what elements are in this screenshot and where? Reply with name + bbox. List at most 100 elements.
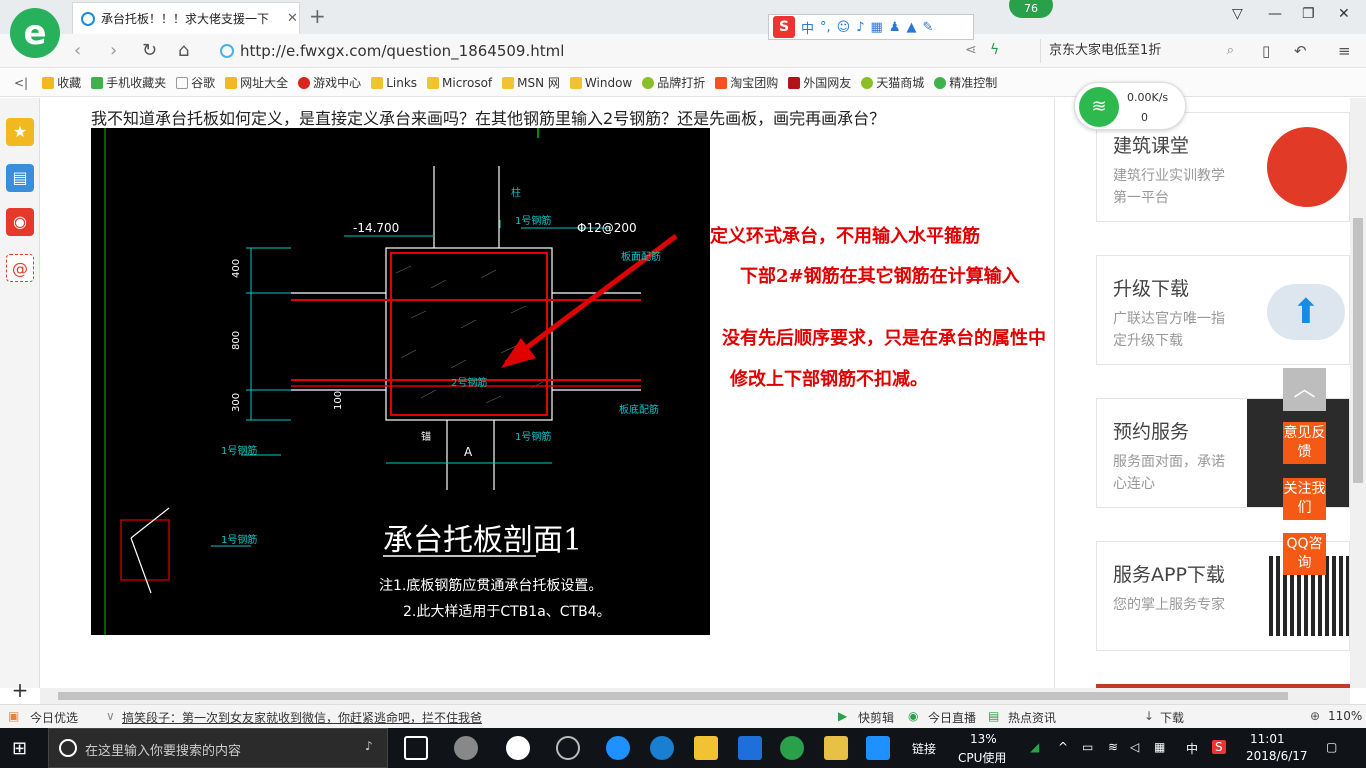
notifications-icon[interactable]: ▢ (1326, 740, 1337, 754)
bookmark-item[interactable]: 手机收藏夹 (91, 74, 166, 91)
battery-icon[interactable]: ▭ (1082, 740, 1093, 754)
keyboard-tray-icon[interactable]: ▦ (1154, 740, 1165, 754)
ime-indicator[interactable]: 中 (1186, 740, 1198, 757)
forward-icon[interactable]: › (110, 40, 117, 61)
download-link[interactable]: 下载 (1160, 709, 1184, 726)
back-to-top-button[interactable]: ︿ (1283, 368, 1326, 411)
clock-date[interactable]: 2018/6/17 (1246, 749, 1308, 763)
bookmark-item[interactable]: 精准控制 (934, 74, 997, 91)
home-icon[interactable]: ⌂ (178, 40, 189, 61)
skin-icon[interactable]: ▲ (906, 20, 916, 35)
lightning-icon[interactable]: ϟ (990, 42, 999, 58)
bookmark-item[interactable]: Window (569, 76, 632, 90)
status-bar: ▣ 今日优选 ∨ 搞笑段子：第一次到女友家就收到微信，你赶紧逃命吧，拦不住我爸 … (0, 704, 1366, 728)
network-icon[interactable]: ◢ (1030, 740, 1039, 754)
clock-time[interactable]: 11:01 (1250, 732, 1285, 746)
bookmark-item[interactable]: 淘宝团购 (715, 74, 778, 91)
network-speed-widget[interactable]: ≋ 0.00K/s 0 (1074, 82, 1186, 130)
user-icon[interactable]: ♟ (889, 20, 901, 35)
mic-icon[interactable]: ♪ (856, 20, 864, 35)
phone-icon[interactable]: ▯ (1262, 42, 1270, 60)
bookmark-item[interactable]: MSN 网 (502, 74, 560, 91)
bookmark-item[interactable]: 谷歌 (176, 74, 215, 91)
close-window-icon[interactable]: ✕ (1338, 6, 1350, 22)
pin-icon[interactable]: ▽ (1232, 6, 1243, 22)
headline-link[interactable]: 搞笑段子：第一次到女友家就收到微信，你赶紧逃命吧，拦不住我爸 (122, 709, 482, 726)
mail-icon[interactable]: @ (6, 254, 34, 282)
mic-icon[interactable]: ♪ (365, 739, 373, 753)
feedback-button[interactable]: 意见反馈 (1283, 422, 1326, 464)
favorites-star-icon[interactable]: ★ (6, 118, 34, 146)
edge-browser-icon[interactable] (506, 736, 530, 760)
qq-consult-button[interactable]: QQ咨询 (1283, 533, 1326, 575)
sidebar-toggle-icon[interactable]: <| (14, 76, 28, 90)
windows-start-icon[interactable]: ⊞ (12, 738, 27, 759)
vertical-scrollbar[interactable] (1350, 98, 1366, 688)
keyboard-icon[interactable]: ▦ (871, 20, 883, 35)
reader-icon[interactable]: ▤ (6, 164, 34, 192)
weibo-icon[interactable]: ◉ (6, 208, 34, 236)
bookmark-item[interactable]: 收藏 (42, 74, 81, 91)
news-link[interactable]: 热点资讯 (1008, 709, 1056, 726)
answer-line-3: 没有先后顺序要求，只是在承台的属性中 (722, 328, 1046, 349)
sogou-logo-icon[interactable]: S (773, 16, 795, 38)
sogou-tray-icon[interactable]: S (1212, 740, 1226, 754)
swirl-app-icon[interactable] (556, 736, 580, 760)
today-picks-link[interactable]: 今日优选 (30, 709, 78, 726)
bookmark-label: 网址大全 (240, 76, 289, 90)
live-link[interactable]: 今日直播 (928, 709, 976, 726)
zoom-level[interactable]: 110% (1328, 709, 1362, 723)
bookmark-item[interactable]: Microsof (427, 76, 492, 90)
tray-expand-icon[interactable]: ^ (1058, 740, 1068, 754)
glodon-icon[interactable] (738, 736, 762, 760)
live-icon: ◉ (908, 709, 919, 723)
minimize-icon[interactable]: — (1268, 6, 1282, 22)
wifi-tray-icon[interactable]: ≋ (1108, 740, 1118, 754)
bookmark-item[interactable]: 游戏中心 (298, 74, 361, 91)
browser-logo-icon[interactable]: e (10, 8, 60, 58)
tab-close-icon[interactable]: ✕ (287, 11, 298, 26)
ie-edge-icon[interactable] (606, 736, 630, 760)
link-label[interactable]: 链接 (912, 740, 936, 757)
plus-app-icon[interactable] (866, 736, 890, 760)
browser-taskbar-icon[interactable] (780, 736, 804, 760)
tab-bar: 承台托板！！！求大佬支援一下 ✕ + 76 ▽ — ❐ ✕ (0, 0, 1366, 34)
menu-icon[interactable]: ≡ (1338, 42, 1351, 60)
search-input[interactable]: 京东大家电低至1折 ⌕ (1040, 39, 1240, 63)
tab-active[interactable]: 承台托板！！！求大佬支援一下 ✕ (72, 2, 300, 34)
quickcut-link[interactable]: 快剪辑 (858, 709, 894, 726)
add-icon[interactable]: + (6, 676, 34, 704)
back-icon[interactable]: ‹ (74, 40, 81, 61)
notes-icon[interactable] (824, 736, 848, 760)
bookmark-item[interactable]: 外国网友 (788, 74, 851, 91)
emoji-icon[interactable]: ☺ (837, 20, 851, 35)
hscroll-thumb[interactable] (58, 692, 1288, 700)
bookmark-item[interactable]: Links (371, 76, 417, 90)
search-icon[interactable]: ⌕ (1227, 39, 1234, 63)
fan-app-icon[interactable] (454, 736, 478, 760)
ime-chinese-label[interactable]: 中 (801, 18, 814, 37)
url-text[interactable]: http://e.fwxgx.com/question_1864509.html (240, 42, 564, 60)
follow-button[interactable]: 关注我们 (1283, 478, 1326, 520)
undo-icon[interactable]: ↶ (1294, 42, 1307, 60)
vscroll-thumb[interactable] (1353, 218, 1363, 483)
volume-icon[interactable]: ◁ (1130, 740, 1139, 754)
wrench-icon[interactable]: ✎ (922, 20, 933, 35)
punctuation-icon[interactable]: °, (820, 20, 831, 35)
address-bar[interactable]: http://e.fwxgx.com/question_1864509.html (220, 39, 1040, 63)
card-upgrade[interactable]: 升级下载 广联达官方唯一指定升级下载 ⬆ (1096, 255, 1350, 365)
share-icon[interactable]: ⋖ (965, 42, 977, 58)
bookmark-item[interactable]: 品牌打折 (642, 74, 705, 91)
ie-icon[interactable] (650, 736, 674, 760)
chevron-down-icon[interactable]: ∨ (106, 709, 115, 723)
bookmark-item[interactable]: 天猫商城 (861, 74, 924, 91)
new-tab-button[interactable]: + (309, 4, 326, 28)
horizontal-scrollbar[interactable] (40, 688, 1350, 704)
score-badge[interactable]: 76 (1009, 0, 1053, 18)
taskbar-search-input[interactable]: 在这里输入你要搜索的内容 ♪ (48, 728, 388, 768)
task-view-icon[interactable] (404, 736, 428, 760)
bookmark-item[interactable]: 网址大全 (225, 74, 288, 91)
file-explorer-icon[interactable] (694, 736, 718, 760)
refresh-icon[interactable]: ↻ (142, 40, 157, 61)
restore-icon[interactable]: ❐ (1302, 6, 1315, 22)
